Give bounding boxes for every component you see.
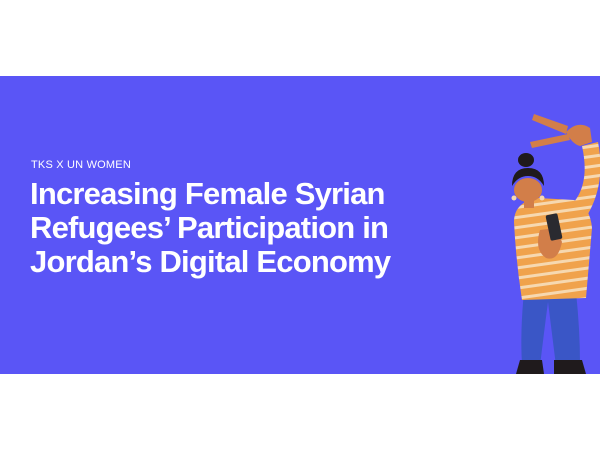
headline-line-3: Jordan’s Digital Economy [30,244,391,279]
neck [524,200,534,208]
eyebrow-label: TKS X UN WOMEN [31,159,131,171]
headline-line-1: Increasing Female Syrian [30,176,386,211]
headline-line-2: Refugees’ Participation in [30,210,389,245]
pants [521,292,580,366]
shoe-right [554,360,586,374]
finger-1 [532,114,568,134]
finger-2 [530,134,570,148]
shoe-left [516,360,544,374]
hair-bun [518,153,534,167]
earring-right [539,195,545,201]
woman-with-phone-illustration [511,114,600,374]
face [514,178,542,202]
hero-banner: TKS X UN WOMEN Increasing Female Syrian … [0,76,600,374]
earring-left [511,195,517,201]
hand-peace-sign [566,124,592,146]
sweater-raised-arm [574,142,600,214]
headline: Increasing Female Syrian Refugees’ Parti… [30,177,450,279]
